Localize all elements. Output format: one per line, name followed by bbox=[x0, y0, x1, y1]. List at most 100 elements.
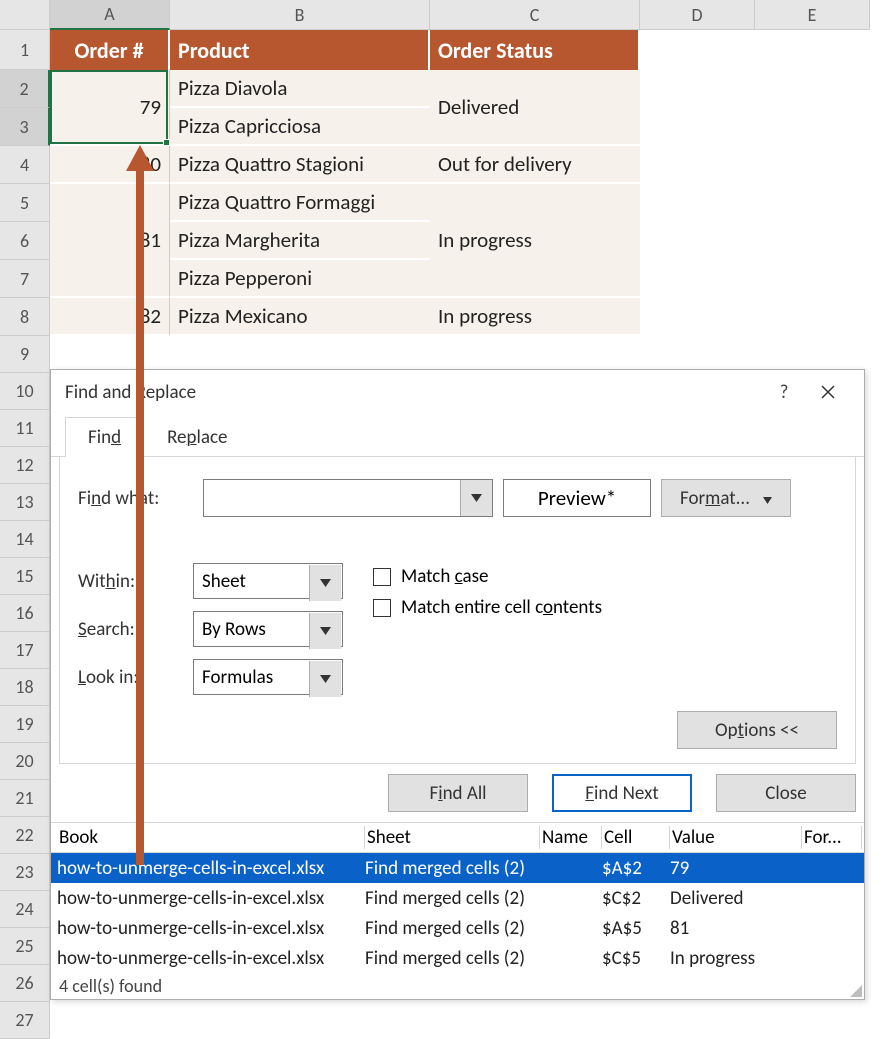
res-col-value[interactable]: Value bbox=[670, 826, 802, 849]
close-icon[interactable] bbox=[806, 370, 850, 414]
result-value: 81 bbox=[670, 917, 802, 940]
result-sheet: Find merged cells (2) bbox=[365, 857, 540, 880]
row-header-3[interactable]: 3 bbox=[0, 108, 50, 146]
column-headers: A B C D E bbox=[0, 0, 883, 30]
find-what-dropdown[interactable] bbox=[460, 480, 492, 516]
res-col-formula[interactable]: For... bbox=[802, 826, 862, 849]
col-header-D[interactable]: D bbox=[640, 0, 755, 30]
match-case-checkbox[interactable]: Match case bbox=[373, 565, 837, 588]
dialog-titlebar[interactable]: Find and Replace ? bbox=[51, 370, 864, 414]
result-sheet: Find merged cells (2) bbox=[365, 917, 540, 940]
row-header-9[interactable]: 9 bbox=[0, 336, 50, 373]
row-header-10[interactable]: 10 bbox=[0, 373, 50, 410]
lookin-select[interactable]: Formulas bbox=[193, 659, 343, 695]
row-header-16[interactable]: 16 bbox=[0, 595, 50, 632]
result-row[interactable]: how-to-unmerge-cells-in-excel.xlsx Find … bbox=[51, 853, 864, 883]
col-header-A[interactable]: A bbox=[50, 0, 170, 30]
result-sheet: Find merged cells (2) bbox=[365, 887, 540, 910]
row-header-21[interactable]: 21 bbox=[0, 780, 50, 817]
dialog-actions: Find All Find Next Close bbox=[51, 764, 864, 822]
resize-handle-icon[interactable] bbox=[850, 985, 862, 997]
result-value: In progress bbox=[670, 947, 802, 970]
cell-C5[interactable]: In progress bbox=[430, 184, 640, 298]
tab-find[interactable]: Find bbox=[65, 417, 144, 457]
res-col-book[interactable]: Book bbox=[57, 826, 365, 849]
within-select[interactable]: Sheet bbox=[193, 563, 343, 599]
row-header-1[interactable]: 1 bbox=[0, 30, 50, 70]
result-row[interactable]: how-to-unmerge-cells-in-excel.xlsx Find … bbox=[51, 943, 864, 973]
find-what-input[interactable] bbox=[203, 479, 493, 517]
select-all-corner[interactable] bbox=[0, 0, 50, 30]
row-header-18[interactable]: 18 bbox=[0, 669, 50, 706]
result-cell: $A$5 bbox=[602, 917, 670, 940]
res-col-name[interactable]: Name bbox=[540, 826, 602, 849]
col-header-E[interactable]: E bbox=[755, 0, 870, 30]
row-header-25[interactable]: 25 bbox=[0, 928, 50, 965]
row-header-14[interactable]: 14 bbox=[0, 521, 50, 558]
res-col-cell[interactable]: Cell bbox=[602, 826, 670, 849]
tabs: Find Replace bbox=[51, 416, 864, 457]
cell-B2[interactable]: Pizza Diavola bbox=[170, 70, 430, 108]
row-header-19[interactable]: 19 bbox=[0, 706, 50, 743]
result-row[interactable]: how-to-unmerge-cells-in-excel.xlsx Find … bbox=[51, 913, 864, 943]
row-header-22[interactable]: 22 bbox=[0, 817, 50, 854]
col-header-C[interactable]: C bbox=[430, 0, 640, 30]
result-book: how-to-unmerge-cells-in-excel.xlsx bbox=[57, 917, 365, 940]
row-header-11[interactable]: 11 bbox=[0, 410, 50, 447]
res-col-sheet[interactable]: Sheet bbox=[365, 826, 540, 849]
row-header-4[interactable]: 4 bbox=[0, 146, 50, 184]
find-next-button[interactable]: Find Next bbox=[552, 774, 692, 812]
row-header-8[interactable]: 8 bbox=[0, 298, 50, 336]
row-header-17[interactable]: 17 bbox=[0, 632, 50, 669]
row-header-27[interactable]: 27 bbox=[0, 1002, 50, 1039]
cell-B7[interactable]: Pizza Pepperoni bbox=[170, 260, 430, 298]
cell-A8[interactable]: 82 bbox=[50, 298, 170, 336]
row-header-12[interactable]: 12 bbox=[0, 447, 50, 484]
find-what-label: Find what: bbox=[78, 487, 193, 510]
cell-B5[interactable]: Pizza Quattro Formaggi bbox=[170, 184, 430, 222]
search-dropdown-icon bbox=[309, 613, 341, 649]
cell-B8[interactable]: Pizza Mexicano bbox=[170, 298, 430, 336]
dialog-title: Find and Replace bbox=[65, 381, 196, 404]
cell-A2[interactable]: 79 bbox=[50, 70, 170, 146]
row-header-24[interactable]: 24 bbox=[0, 891, 50, 928]
row-header-6[interactable]: 6 bbox=[0, 222, 50, 260]
row-header-2[interactable]: 2 bbox=[0, 70, 50, 108]
result-row[interactable]: how-to-unmerge-cells-in-excel.xlsx Find … bbox=[51, 883, 864, 913]
format-button[interactable]: Format... bbox=[661, 479, 791, 517]
cell-C2[interactable]: Delivered bbox=[430, 70, 640, 146]
result-value: 79 bbox=[670, 857, 802, 880]
cell-A4[interactable]: 80 bbox=[50, 146, 170, 184]
cell-C4[interactable]: Out for delivery bbox=[430, 146, 640, 184]
row-header-7[interactable]: 7 bbox=[0, 260, 50, 298]
results-header: Book Sheet Name Cell Value For... bbox=[51, 823, 864, 853]
cell-B6[interactable]: Pizza Margherita bbox=[170, 222, 430, 260]
row-header-23[interactable]: 23 bbox=[0, 854, 50, 891]
row-header-20[interactable]: 20 bbox=[0, 743, 50, 780]
help-button[interactable]: ? bbox=[762, 370, 806, 414]
result-book: how-to-unmerge-cells-in-excel.xlsx bbox=[57, 857, 365, 880]
col-header-B[interactable]: B bbox=[170, 0, 430, 30]
find-all-button[interactable]: Find All bbox=[388, 774, 528, 812]
format-preview: Preview* bbox=[503, 479, 651, 517]
find-replace-dialog: Find and Replace ? Find Replace Find wha… bbox=[50, 369, 865, 1000]
cell-B3[interactable]: Pizza Capricciosa bbox=[170, 108, 430, 146]
hdr-status[interactable]: Order Status bbox=[430, 30, 640, 70]
row-header-5[interactable]: 5 bbox=[0, 184, 50, 222]
lookin-dropdown-icon bbox=[309, 661, 341, 697]
checkbox-icon bbox=[373, 568, 391, 586]
row-header-15[interactable]: 15 bbox=[0, 558, 50, 595]
cell-A5[interactable]: 81 bbox=[50, 184, 170, 298]
match-entire-checkbox[interactable]: Match entire cell contents bbox=[373, 596, 837, 619]
hdr-order[interactable]: Order # bbox=[50, 30, 170, 70]
cell-C8[interactable]: In progress bbox=[430, 298, 640, 336]
row-header-13[interactable]: 13 bbox=[0, 484, 50, 521]
hdr-product[interactable]: Product bbox=[170, 30, 430, 70]
tab-replace[interactable]: Replace bbox=[144, 417, 250, 457]
search-select[interactable]: By Rows bbox=[193, 611, 343, 647]
results-list: Book Sheet Name Cell Value For... how-to… bbox=[51, 822, 864, 999]
options-button[interactable]: Options << bbox=[677, 711, 837, 749]
cell-B4[interactable]: Pizza Quattro Stagioni bbox=[170, 146, 430, 184]
close-button[interactable]: Close bbox=[716, 774, 856, 812]
row-header-26[interactable]: 26 bbox=[0, 965, 50, 1002]
